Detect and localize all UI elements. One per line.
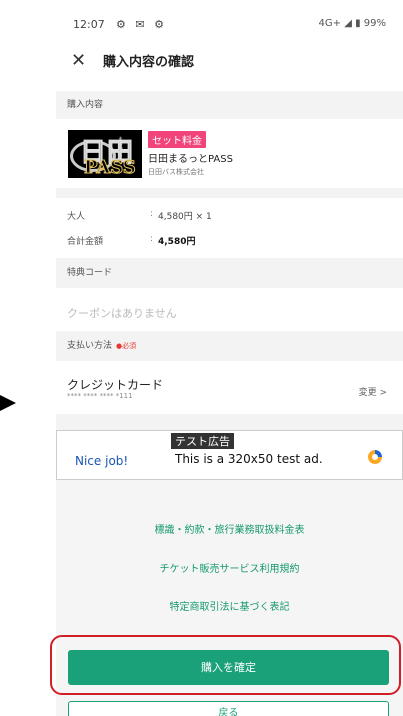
test-ad-banner[interactable]: テスト広告 Nice job! This is a 320x50 test ad… <box>56 430 403 480</box>
product-logo: 日田 PASS まるっと <box>68 130 142 178</box>
commerce-law-link[interactable]: 特定商取引法に基づく表記 <box>56 598 403 613</box>
app-header: ✕ 購入内容の確認 <box>56 42 403 78</box>
required-badge: ●必須 <box>116 342 137 350</box>
benefit-section-title: 特典コード <box>67 268 113 278</box>
pointer-arrow <box>0 395 16 411</box>
product-company: 日田バス株式会社 <box>148 168 204 176</box>
divider <box>56 188 403 198</box>
highlight-frame <box>50 635 401 695</box>
ad-logo-icon <box>368 450 382 464</box>
payment-section-title: 支払い方法 <box>67 341 113 351</box>
logo-text-small: まるっと <box>117 136 123 156</box>
masked-card-number: **** **** **** *111 <box>67 392 133 400</box>
phone-screen: 12:07 ⚙ ✉ ⚙ 4G+ ◢ ▮ 99% ✕ 購入内容の確認 購入内容 日… <box>56 0 403 716</box>
divider <box>56 414 403 430</box>
change-payment-link[interactable]: 変更 > <box>359 385 387 398</box>
product-name: 日田まるっとPASS <box>148 154 233 165</box>
page-title: 購入内容の確認 <box>103 55 195 70</box>
adult-value: 4,580円 × 1 <box>158 212 212 222</box>
ad-body-text: This is a 320x50 test ad. <box>175 452 323 466</box>
signal-battery-status: 4G+ ◢ ▮ 99% <box>318 18 386 29</box>
close-icon[interactable]: ✕ <box>71 50 86 71</box>
adult-label: 大人 <box>67 212 86 222</box>
notification-icons: ⚙ ✉ ⚙ <box>116 18 167 31</box>
purchase-section-title: 購入内容 <box>67 100 104 110</box>
status-bar: 12:07 ⚙ ✉ ⚙ 4G+ ◢ ▮ 99% <box>56 0 403 40</box>
ticket-terms-link[interactable]: チケット販売サービス利用規約 <box>56 560 403 575</box>
benefit-section-header: 特典コード <box>56 258 403 288</box>
set-price-badge: セット料金 <box>148 131 206 148</box>
purchase-section-header: 購入内容 <box>56 91 403 119</box>
total-value: 4,580円 <box>158 237 196 247</box>
back-button[interactable]: 戻る <box>68 701 389 716</box>
ad-label: テスト広告 <box>171 433 234 449</box>
adult-colon: : <box>150 209 154 219</box>
coupon-placeholder[interactable]: クーポンはありません <box>67 305 177 321</box>
ad-nice-text: Nice job! <box>75 454 129 468</box>
logo-text-bottom: PASS <box>84 157 137 179</box>
total-colon: : <box>150 234 154 244</box>
payment-method-name: クレジットカード <box>67 378 164 392</box>
terms-link[interactable]: 標識・約款・旅行業務取扱料金表 <box>56 521 403 536</box>
status-time: 12:07 <box>73 18 105 31</box>
total-label: 合計金額 <box>67 237 104 247</box>
payment-section-header: 支払い方法 ●必須 <box>56 331 403 361</box>
